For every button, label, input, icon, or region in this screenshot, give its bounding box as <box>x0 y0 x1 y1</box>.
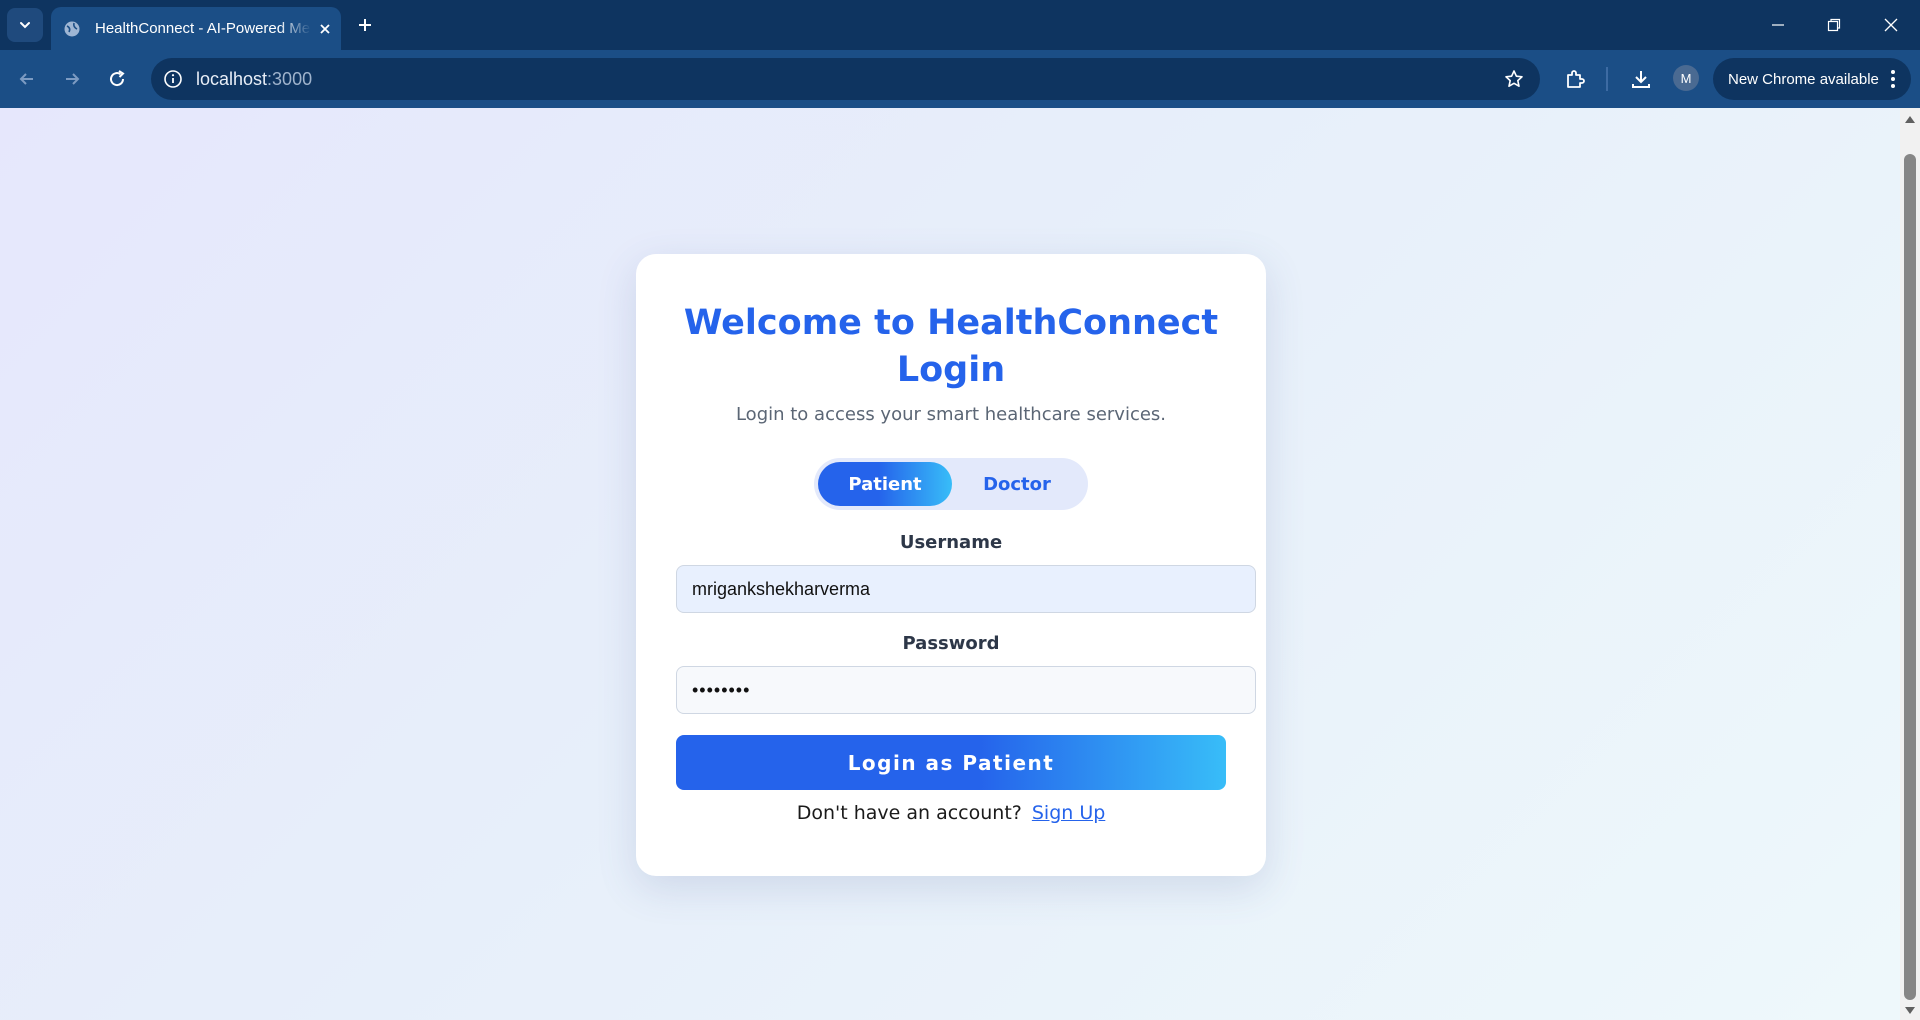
browser-tab[interactable]: HealthConnect - AI-Powered Medical <box>51 7 341 50</box>
minimize-icon <box>1772 24 1784 26</box>
close-icon[interactable] <box>315 19 335 39</box>
scroll-up-icon[interactable] <box>1905 114 1915 124</box>
download-icon[interactable] <box>1626 64 1656 94</box>
chevron-down-icon <box>20 22 30 29</box>
login-button[interactable]: Login as Patient <box>676 735 1226 790</box>
tab-title: HealthConnect - AI-Powered Medical <box>95 20 311 37</box>
password-label: Password <box>902 633 1000 654</box>
browser-tab-bar: HealthConnect - AI-Powered Medical <box>0 0 1920 50</box>
extensions-icon[interactable] <box>1560 64 1590 94</box>
signup-link[interactable]: Sign Up <box>1032 802 1105 824</box>
minimize-window-button[interactable] <box>1763 10 1793 40</box>
password-field[interactable] <box>676 666 1256 714</box>
signup-prompt: Don't have an account? <box>796 802 1022 824</box>
avatar[interactable]: M <box>1673 65 1699 91</box>
scrollbar-thumb[interactable] <box>1904 154 1916 1000</box>
back-button[interactable] <box>12 64 42 94</box>
url-port: :3000 <box>267 69 313 89</box>
restore-window-button[interactable] <box>1819 10 1849 40</box>
username-field[interactable] <box>676 565 1256 613</box>
page-title: Welcome to HealthConnect Login <box>683 303 1219 390</box>
url-text[interactable]: localhost:3000 <box>196 69 312 90</box>
info-icon[interactable] <box>161 67 185 91</box>
tab-search-button[interactable] <box>7 8 43 42</box>
page-subtitle: Login to access your smart healthcare se… <box>735 404 1167 425</box>
scroll-down-icon[interactable] <box>1905 1006 1915 1016</box>
close-icon <box>1884 18 1898 32</box>
plus-icon <box>359 19 371 31</box>
forward-button[interactable] <box>57 64 87 94</box>
address-bar[interactable]: localhost:3000 <box>151 58 1540 100</box>
role-toggle: Patient Doctor <box>814 458 1088 510</box>
role-doctor-button[interactable]: Doctor <box>950 462 1084 506</box>
restore-icon <box>1827 18 1841 32</box>
forward-arrow-icon <box>66 73 80 85</box>
toolbar-divider <box>1606 67 1608 91</box>
update-label: New Chrome available <box>1728 70 1879 88</box>
kebab-menu-icon[interactable] <box>1885 67 1901 91</box>
url-host: localhost <box>196 69 268 89</box>
new-tab-button[interactable] <box>352 12 378 38</box>
browser-toolbar: localhost:3000 M New Chrome available <box>0 50 1920 111</box>
globe-icon <box>63 20 81 38</box>
login-card: Welcome to HealthConnect Login Login to … <box>636 254 1266 876</box>
username-label: Username <box>899 532 1003 553</box>
reload-icon <box>110 70 125 87</box>
back-arrow-icon <box>19 73 33 85</box>
close-window-button[interactable] <box>1876 10 1906 40</box>
star-icon[interactable] <box>1502 67 1526 91</box>
role-patient-button[interactable]: Patient <box>818 462 952 506</box>
chrome-update-button[interactable]: New Chrome available <box>1713 58 1911 100</box>
signup-row: Don't have an account? Sign Up <box>636 802 1266 824</box>
reload-button[interactable] <box>102 64 132 94</box>
page-scrollbar[interactable] <box>1900 108 1920 1020</box>
page-viewport: Welcome to HealthConnect Login Login to … <box>0 108 1900 1020</box>
